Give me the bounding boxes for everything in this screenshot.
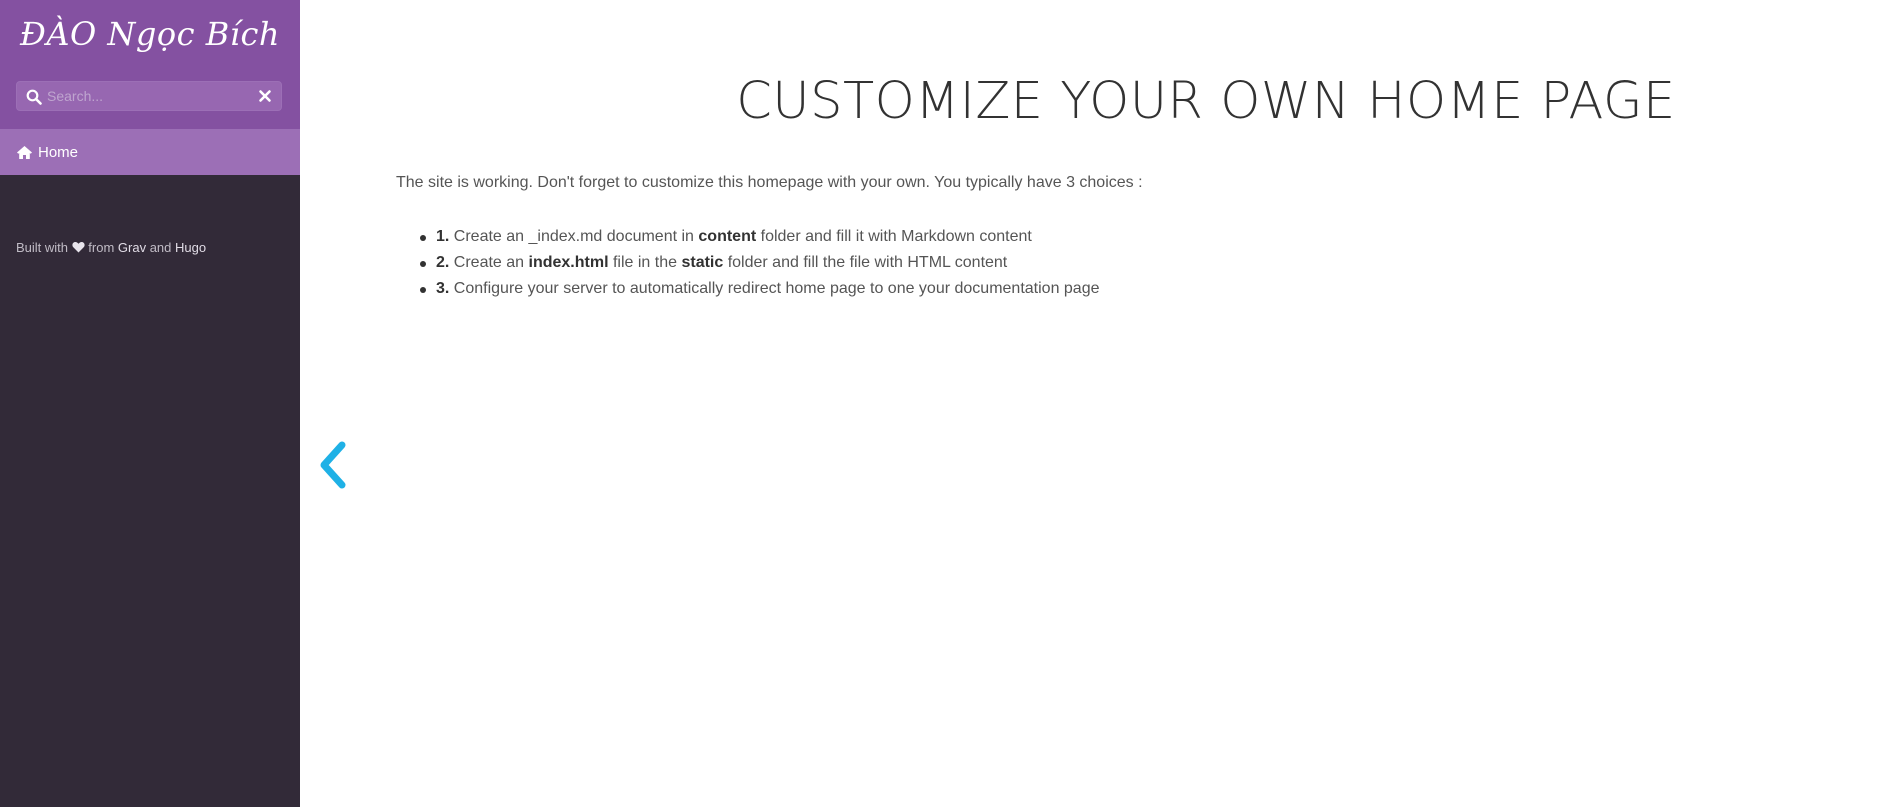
search-input[interactable] — [47, 82, 252, 110]
search-box — [16, 81, 282, 111]
grav-link[interactable]: Grav — [118, 240, 146, 255]
heart-icon — [72, 241, 85, 253]
sidebar-footer: Built with from Grav and Hugo — [16, 240, 206, 255]
choice-text: Create an _index.md document in — [453, 228, 699, 245]
list-item: 1. Create an _index.md document in conte… — [420, 224, 1100, 250]
choice-text: folder and fill it with Markdown content — [756, 228, 1032, 245]
sidebar: ĐÀO Ngọc Bích Home — [0, 0, 300, 807]
choice-text: file in the — [608, 254, 682, 271]
footer-prefix: Built with — [16, 240, 69, 255]
choice-bold: content — [698, 228, 757, 245]
footer-middle: from — [88, 240, 115, 255]
choice-text: Configure your server to automatically r… — [453, 280, 1100, 297]
list-item: 3. Configure your server to automaticall… — [420, 276, 1100, 302]
choice-number: 2. — [436, 254, 450, 271]
site-logo[interactable]: ĐÀO Ngọc Bích — [0, 6, 300, 62]
list-item: 2. Create an index.html file in the stat… — [420, 250, 1100, 276]
intro-text: The site is working. Don't forget to cus… — [396, 174, 1143, 191]
home-icon — [17, 145, 32, 159]
choice-text: folder and fill the file with HTML conte… — [723, 254, 1008, 271]
choices-list: 1. Create an _index.md document in conte… — [420, 224, 1100, 302]
footer-conjunction: and — [149, 240, 172, 255]
chevron-left-icon[interactable] — [318, 440, 348, 490]
main-content: CUSTOMIZE YOUR OWN HOME PAGE The site is… — [300, 0, 1902, 807]
choice-bold: static — [681, 254, 724, 271]
close-icon[interactable] — [258, 89, 272, 103]
search-icon — [26, 89, 42, 105]
choice-number: 3. — [436, 280, 450, 297]
page-root: ĐÀO Ngọc Bích Home — [0, 0, 1902, 807]
sidebar-item-home[interactable]: Home — [0, 129, 300, 175]
sidebar-nav: Home — [0, 129, 300, 175]
choice-bold: index.html — [528, 254, 609, 271]
sidebar-header: ĐÀO Ngọc Bích — [0, 0, 300, 129]
choice-text: Create an — [453, 254, 529, 271]
sidebar-item-label: Home — [38, 143, 79, 161]
page-title: CUSTOMIZE YOUR OWN HOME PAGE — [736, 72, 1676, 131]
hugo-link[interactable]: Hugo — [175, 240, 206, 255]
choice-number: 1. — [436, 228, 450, 245]
